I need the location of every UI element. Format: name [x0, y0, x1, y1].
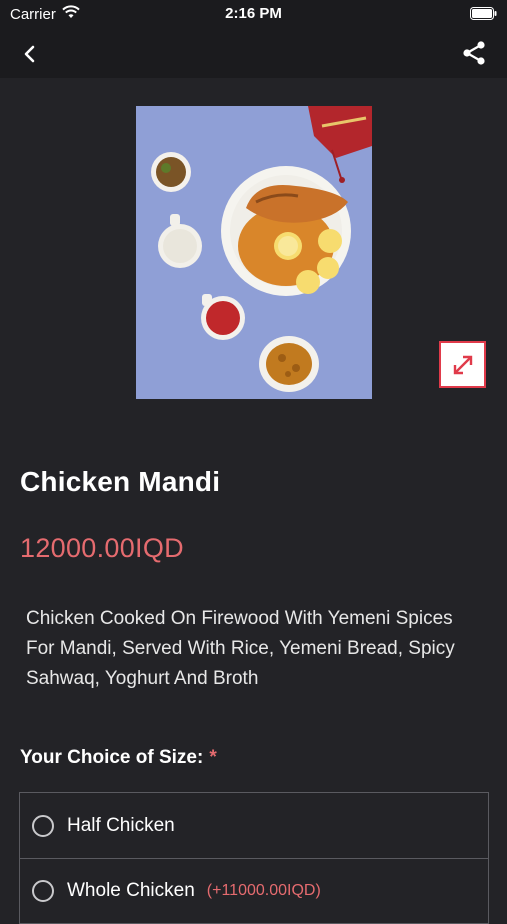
food-photo [136, 106, 372, 399]
nav-bar [0, 28, 507, 78]
status-time: 2:16 PM [225, 5, 282, 22]
size-label-text: Your Choice of Size: [20, 747, 204, 768]
share-icon [463, 41, 485, 65]
product-description: Chicken Cooked On Firewood With Yemeni S… [26, 608, 455, 689]
option-extra-price: (+11000.00IQD) [206, 882, 321, 899]
share-button[interactable] [459, 38, 489, 68]
radio-button[interactable] [32, 814, 54, 837]
option-label: Half Chicken [67, 814, 175, 836]
size-option-whole[interactable]: Whole Chicken (+11000.00IQD) [20, 858, 488, 923]
chevron-left-icon [24, 45, 35, 63]
expand-image-button[interactable] [439, 341, 486, 388]
size-option-half[interactable]: Half Chicken [20, 793, 488, 858]
battery-icon [470, 7, 497, 24]
expand-diagonal-icon [453, 355, 472, 374]
radio-button[interactable] [32, 880, 54, 902]
product-image[interactable] [136, 106, 372, 399]
size-section-label: Your Choice of Size: * [20, 747, 217, 769]
status-bar: Carrier 2:16 PM [0, 0, 507, 28]
product-price: 12000.00IQD [20, 533, 184, 563]
option-label: Whole Chicken [67, 880, 195, 901]
back-button[interactable] [16, 40, 44, 68]
product-title: Chicken Mandi [20, 466, 221, 497]
size-options: Half Chicken Whole Chicken (+11000.00IQD… [19, 792, 489, 924]
required-mark: * [209, 747, 217, 768]
